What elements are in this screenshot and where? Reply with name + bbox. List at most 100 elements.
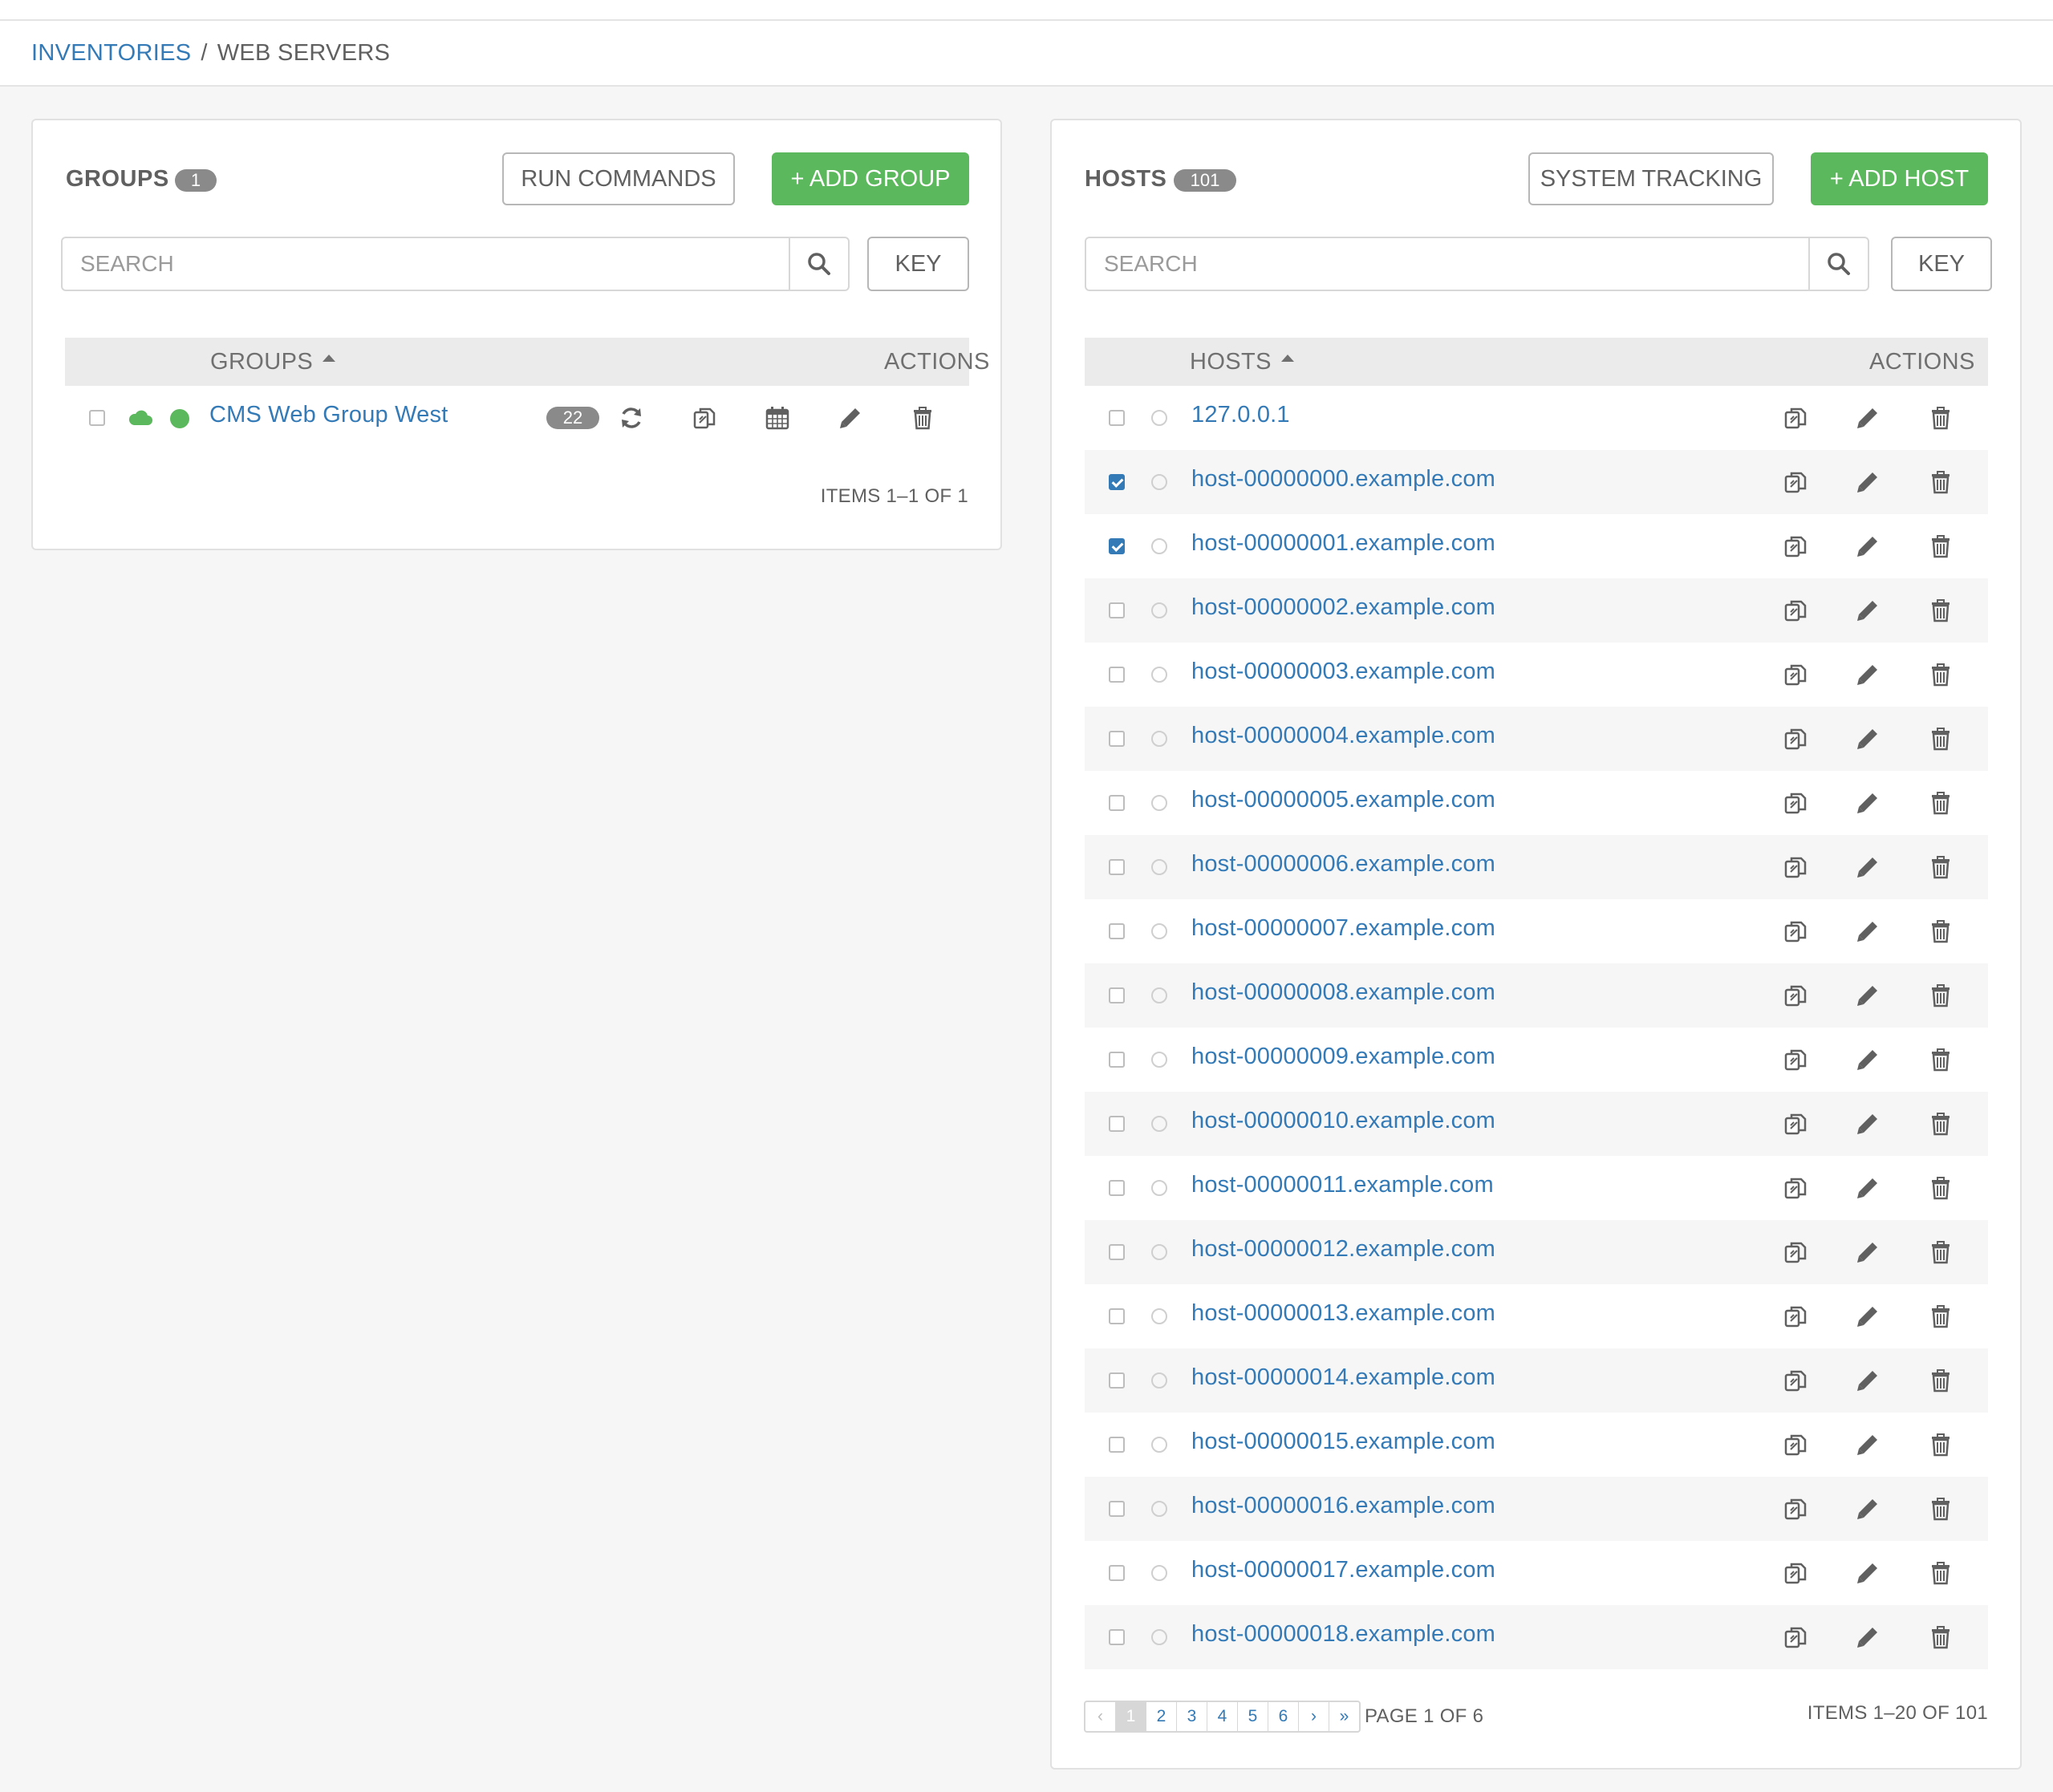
host-row-checkbox[interactable]: [1109, 1629, 1125, 1645]
hosts-search-input[interactable]: [1086, 238, 1808, 290]
pencil-icon[interactable]: [1853, 1302, 1882, 1331]
pencil-icon[interactable]: [836, 403, 865, 432]
host-row-checkbox[interactable]: [1109, 1308, 1125, 1324]
host-name-link[interactable]: 127.0.0.1: [1191, 402, 1290, 428]
group-row-checkbox[interactable]: [89, 410, 105, 426]
pencil-icon[interactable]: [1853, 468, 1882, 497]
pencil-icon[interactable]: [1853, 1174, 1882, 1202]
pencil-icon[interactable]: [1853, 1366, 1882, 1395]
host-name-link[interactable]: host-00000006.example.com: [1191, 851, 1495, 878]
add-group-button[interactable]: + ADD GROUP: [772, 152, 969, 205]
copy-icon[interactable]: [1781, 917, 1810, 946]
pencil-icon[interactable]: [1853, 853, 1882, 882]
copy-icon[interactable]: [1781, 403, 1810, 432]
copy-icon[interactable]: [1781, 724, 1810, 753]
breadcrumb-inventories-link[interactable]: INVENTORIES: [31, 40, 191, 66]
groups-search-button[interactable]: [789, 238, 848, 290]
trash-icon[interactable]: [1926, 853, 1955, 882]
pencil-icon[interactable]: [1853, 660, 1882, 689]
host-row-checkbox[interactable]: [1109, 987, 1125, 1003]
copy-icon[interactable]: [1781, 1174, 1810, 1202]
trash-icon[interactable]: [908, 403, 937, 432]
hosts-name-column-header[interactable]: HOSTS: [1190, 349, 1294, 375]
host-row-checkbox[interactable]: [1109, 795, 1125, 811]
host-name-link[interactable]: host-00000011.example.com: [1191, 1172, 1494, 1198]
pencil-icon[interactable]: [1853, 532, 1882, 561]
pencil-icon[interactable]: [1853, 1494, 1882, 1523]
host-name-link[interactable]: host-00000004.example.com: [1191, 723, 1495, 749]
add-host-button[interactable]: + ADD HOST: [1811, 152, 1988, 205]
host-row-checkbox[interactable]: [1109, 1501, 1125, 1517]
trash-icon[interactable]: [1926, 1045, 1955, 1074]
host-row-checkbox[interactable]: [1109, 859, 1125, 875]
copy-icon[interactable]: [1781, 596, 1810, 625]
trash-icon[interactable]: [1926, 1174, 1955, 1202]
trash-icon[interactable]: [1926, 1238, 1955, 1267]
calendar-icon[interactable]: [763, 403, 792, 432]
pencil-icon[interactable]: [1853, 724, 1882, 753]
trash-icon[interactable]: [1926, 1302, 1955, 1331]
groups-name-column-header[interactable]: GROUPS: [210, 349, 336, 375]
trash-icon[interactable]: [1926, 468, 1955, 497]
host-row-checkbox[interactable]: [1109, 410, 1125, 426]
copy-icon[interactable]: [1781, 1366, 1810, 1395]
pencil-icon[interactable]: [1853, 981, 1882, 1010]
copy-icon[interactable]: [1781, 1623, 1810, 1652]
host-row-checkbox[interactable]: [1109, 602, 1125, 618]
copy-icon[interactable]: [1781, 853, 1810, 882]
pagination-page-button[interactable]: 3: [1177, 1702, 1207, 1731]
copy-icon[interactable]: [1781, 1430, 1810, 1459]
system-tracking-button[interactable]: SYSTEM TRACKING: [1528, 152, 1774, 205]
pagination-next-button[interactable]: ›: [1299, 1702, 1329, 1731]
host-name-link[interactable]: host-00000010.example.com: [1191, 1108, 1495, 1134]
host-row-checkbox[interactable]: [1109, 667, 1125, 683]
trash-icon[interactable]: [1926, 1366, 1955, 1395]
host-name-link[interactable]: host-00000005.example.com: [1191, 787, 1495, 813]
pencil-icon[interactable]: [1853, 917, 1882, 946]
pencil-icon[interactable]: [1853, 1623, 1882, 1652]
host-row-checkbox[interactable]: [1109, 474, 1125, 490]
groups-search-input[interactable]: [63, 238, 789, 290]
host-name-link[interactable]: host-00000007.example.com: [1191, 915, 1495, 942]
copy-icon[interactable]: [1781, 1045, 1810, 1074]
trash-icon[interactable]: [1926, 1623, 1955, 1652]
host-name-link[interactable]: host-00000003.example.com: [1191, 659, 1495, 685]
copy-icon[interactable]: [1781, 1494, 1810, 1523]
trash-icon[interactable]: [1926, 917, 1955, 946]
copy-icon[interactable]: [1781, 468, 1810, 497]
trash-icon[interactable]: [1926, 981, 1955, 1010]
host-name-link[interactable]: host-00000001.example.com: [1191, 530, 1495, 557]
host-name-link[interactable]: host-00000016.example.com: [1191, 1493, 1495, 1519]
pagination-page-button[interactable]: 6: [1268, 1702, 1299, 1731]
pagination-page-button[interactable]: 1: [1116, 1702, 1146, 1731]
pencil-icon[interactable]: [1853, 403, 1882, 432]
pencil-icon[interactable]: [1853, 596, 1882, 625]
host-name-link[interactable]: host-00000015.example.com: [1191, 1429, 1495, 1455]
trash-icon[interactable]: [1926, 403, 1955, 432]
host-row-checkbox[interactable]: [1109, 1116, 1125, 1132]
pencil-icon[interactable]: [1853, 789, 1882, 817]
copy-icon[interactable]: [1781, 532, 1810, 561]
host-row-checkbox[interactable]: [1109, 731, 1125, 747]
trash-icon[interactable]: [1926, 1109, 1955, 1138]
copy-icon[interactable]: [690, 403, 719, 432]
host-name-link[interactable]: host-00000012.example.com: [1191, 1236, 1495, 1263]
copy-icon[interactable]: [1781, 981, 1810, 1010]
pencil-icon[interactable]: [1853, 1045, 1882, 1074]
copy-icon[interactable]: [1781, 1302, 1810, 1331]
host-name-link[interactable]: host-00000013.example.com: [1191, 1300, 1495, 1327]
host-row-checkbox[interactable]: [1109, 1565, 1125, 1581]
copy-icon[interactable]: [1781, 1559, 1810, 1587]
host-row-checkbox[interactable]: [1109, 538, 1125, 554]
copy-icon[interactable]: [1781, 1238, 1810, 1267]
host-row-checkbox[interactable]: [1109, 1052, 1125, 1068]
hosts-key-button[interactable]: KEY: [1891, 237, 1992, 291]
host-name-link[interactable]: host-00000018.example.com: [1191, 1621, 1495, 1648]
pencil-icon[interactable]: [1853, 1559, 1882, 1587]
host-row-checkbox[interactable]: [1109, 1372, 1125, 1389]
host-row-checkbox[interactable]: [1109, 923, 1125, 939]
host-name-link[interactable]: host-00000017.example.com: [1191, 1557, 1495, 1583]
copy-icon[interactable]: [1781, 660, 1810, 689]
trash-icon[interactable]: [1926, 724, 1955, 753]
host-row-checkbox[interactable]: [1109, 1180, 1125, 1196]
